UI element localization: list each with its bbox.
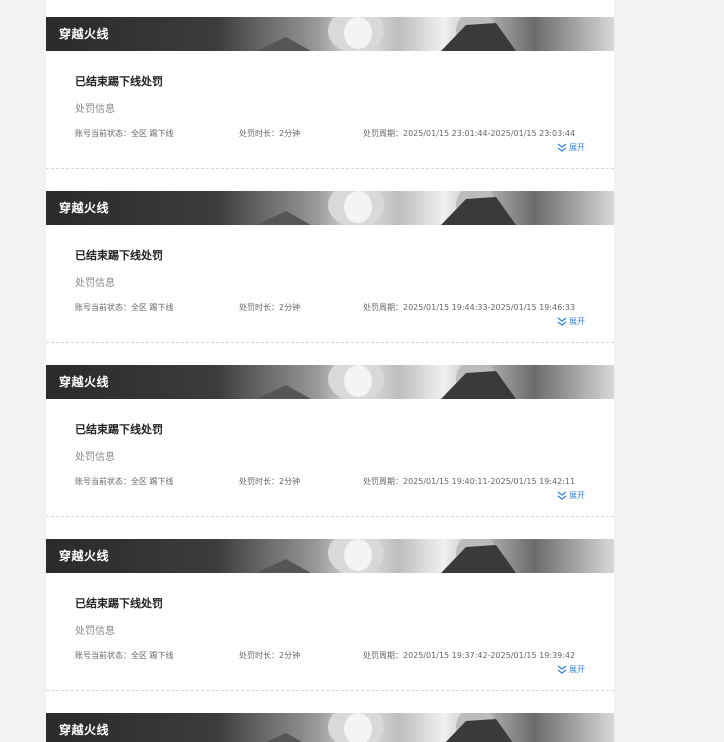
expand-button[interactable]: 展开 (557, 664, 585, 675)
card-divider (46, 516, 614, 517)
punishment-status-title: 已结束踢下线处罚 (75, 597, 163, 610)
game-title: 穿越火线 (59, 201, 110, 215)
punishment-duration: 处罚时长：2分钟 (239, 303, 301, 312)
expand-button[interactable]: 展开 (557, 316, 585, 327)
expand-button[interactable]: 展开 (557, 490, 585, 501)
card-divider (46, 690, 614, 691)
punishment-info-label: 处罚信息 (75, 104, 115, 115)
game-banner: 穿越火线 (46, 539, 614, 573)
banner-artwork (256, 191, 516, 225)
double-chevron-down-icon (557, 143, 567, 152)
expand-label: 展开 (569, 317, 585, 326)
account-status: 账号当前状态：全区 踢下线 (75, 651, 174, 660)
banner-artwork (256, 17, 516, 51)
double-chevron-down-icon (557, 491, 567, 500)
expand-button[interactable]: 展开 (557, 142, 585, 153)
punishment-period: 处罚周期：2025/01/15 19:44:33-2025/01/15 19:4… (363, 303, 576, 312)
punishment-card: 穿越火线 已结束踢下线处罚 处罚信息 账号当前状态：全区 踢下线 处罚时长：2分… (46, 365, 614, 539)
punishment-period: 处罚周期：2025/01/15 23:01:44-2025/01/15 23:0… (363, 129, 576, 138)
punishment-card: 穿越火线 (46, 713, 614, 742)
account-status: 账号当前状态：全区 踢下线 (75, 129, 174, 138)
expand-label: 展开 (569, 491, 585, 500)
punishment-card: 穿越火线 已结束踢下线处罚 处罚信息 账号当前状态：全区 踢下线 处罚时长：2分… (46, 17, 614, 191)
punishment-period: 处罚周期：2025/01/15 19:37:42-2025/01/15 19:3… (363, 651, 576, 660)
punishment-card: 穿越火线 已结束踢下线处罚 处罚信息 账号当前状态：全区 踢下线 处罚时长：2分… (46, 191, 614, 365)
banner-artwork (256, 539, 516, 573)
punishment-info-label: 处罚信息 (75, 452, 115, 463)
expand-label: 展开 (569, 143, 585, 152)
expand-label: 展开 (569, 665, 585, 674)
card-divider (46, 342, 614, 343)
punishment-status-title: 已结束踢下线处罚 (75, 75, 163, 88)
punishment-duration: 处罚时长：2分钟 (239, 651, 301, 660)
punishment-info-label: 处罚信息 (75, 278, 115, 289)
punishment-card: 穿越火线 已结束踢下线处罚 处罚信息 账号当前状态：全区 踢下线 处罚时长：2分… (46, 539, 614, 713)
game-banner: 穿越火线 (46, 365, 614, 399)
banner-artwork (256, 365, 516, 399)
punishment-status-title: 已结束踢下线处罚 (75, 249, 163, 262)
punishment-duration: 处罚时长：2分钟 (239, 477, 301, 486)
double-chevron-down-icon (557, 665, 567, 674)
game-banner: 穿越火线 (46, 17, 614, 51)
game-title: 穿越火线 (59, 375, 110, 389)
punishment-info-label: 处罚信息 (75, 626, 115, 637)
double-chevron-down-icon (557, 317, 567, 326)
punishment-record-list: 穿越火线 已结束踢下线处罚 处罚信息 账号当前状态：全区 踢下线 处罚时长：2分… (46, 0, 614, 742)
game-title: 穿越火线 (59, 549, 110, 563)
punishment-period: 处罚周期：2025/01/15 19:40:11-2025/01/15 19:4… (363, 477, 576, 486)
account-status: 账号当前状态：全区 踢下线 (75, 477, 174, 486)
banner-artwork (266, 713, 513, 742)
game-banner: 穿越火线 (46, 191, 614, 225)
punishment-duration: 处罚时长：2分钟 (239, 129, 301, 138)
punishment-status-title: 已结束踢下线处罚 (75, 423, 163, 436)
game-title: 穿越火线 (59, 723, 110, 737)
game-banner: 穿越火线 (46, 713, 614, 742)
account-status: 账号当前状态：全区 踢下线 (75, 303, 174, 312)
game-title: 穿越火线 (59, 27, 110, 41)
card-divider (46, 168, 614, 169)
